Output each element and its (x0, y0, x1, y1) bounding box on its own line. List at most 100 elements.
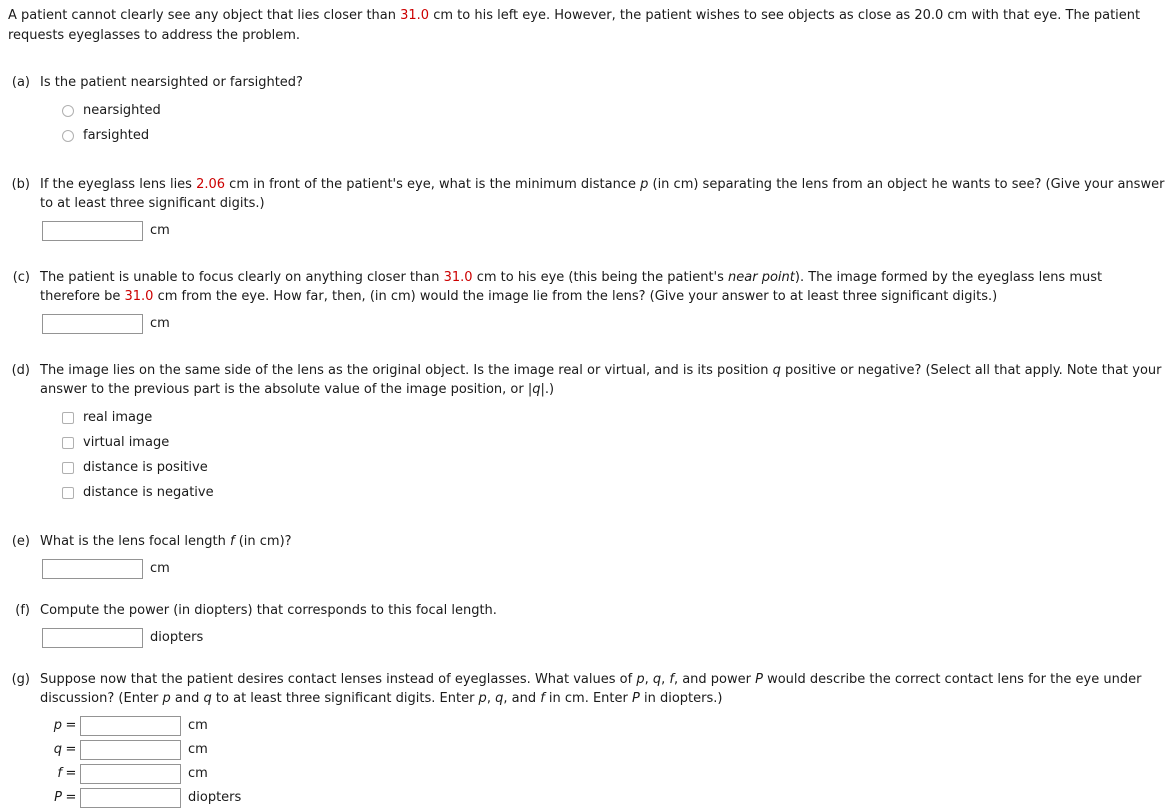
part-b-answer-input[interactable] (42, 221, 143, 241)
part-g-unit-q: cm (188, 742, 208, 757)
variable-q: q (772, 363, 781, 378)
checkbox-option-distance-negative[interactable]: distance is negative (40, 480, 1165, 505)
field-label-p: p (53, 718, 62, 733)
question-part-f: (f) Compute the power (in diopters) that… (8, 601, 1165, 648)
field-label-q: q (53, 742, 62, 757)
variable-q: q (203, 691, 212, 706)
question-part-b: (b) If the eyeglass lens lies 2.06 cm in… (8, 175, 1165, 241)
part-b-question: If the eyeglass lens lies 2.06 cm in fro… (40, 175, 1165, 213)
radio-option-farsighted[interactable]: farsighted (40, 123, 1165, 148)
checkbox-option-real-image[interactable]: real image (40, 405, 1165, 430)
checkbox-icon[interactable] (62, 436, 74, 449)
question-part-e: (e) What is the lens focal length f (in … (8, 532, 1165, 579)
part-g-input-p[interactable] (80, 716, 181, 736)
part-e-answer-row: cm (40, 559, 1165, 579)
part-g-field-power: P = diopters (40, 786, 1165, 810)
part-b-answer-row: cm (40, 221, 1165, 241)
part-c-text-2: cm to his eye (this being the patient's (472, 270, 729, 285)
near-point-value: 31.0 (400, 8, 430, 23)
equals-sign: = (65, 766, 77, 781)
part-g-text-5: to at least three significant digits. En… (211, 691, 479, 706)
part-g-unit-p: cm (188, 718, 208, 733)
variable-q: q (652, 672, 662, 687)
part-g-unit-power: diopters (188, 790, 242, 805)
checkbox-icon[interactable] (62, 486, 74, 499)
part-e-answer-unit: cm (150, 561, 170, 576)
part-d-text-1: The image lies on the same side of the l… (40, 363, 773, 378)
part-e-text-2: (in cm)? (234, 534, 292, 549)
part-f-answer-input[interactable] (42, 628, 143, 648)
part-b-label: (b) (11, 177, 30, 192)
part-g-comma-1: , (644, 672, 653, 687)
part-g-fields: p = cm q = cm f = cm P = diopters (40, 714, 1165, 810)
part-g-input-f[interactable] (80, 764, 181, 784)
part-g-input-power[interactable] (80, 788, 181, 808)
part-g-text-2: , and power (673, 672, 756, 687)
problem-page: A patient cannot clearly see any object … (0, 0, 1173, 810)
field-label-f: f (57, 766, 62, 781)
part-d-question: The image lies on the same side of the l… (40, 361, 1165, 399)
part-c-question: The patient is unable to focus clearly o… (40, 268, 1165, 306)
image-distance-value: 31.0 (124, 289, 154, 304)
part-c-label: (c) (12, 270, 30, 285)
part-c-text-1: The patient is unable to focus clearly o… (40, 270, 444, 285)
part-e-label: (e) (11, 534, 30, 549)
question-part-c: (c) The patient is unable to focus clear… (8, 268, 1165, 334)
variable-p: p (478, 691, 487, 706)
part-c-answer-unit: cm (150, 316, 170, 331)
part-e-text-1: What is the lens focal length (40, 534, 230, 549)
checkbox-option-distance-positive[interactable]: distance is positive (40, 455, 1165, 480)
part-d-text-3: |.) (540, 382, 555, 397)
near-point-value: 31.0 (443, 270, 473, 285)
part-d-options: real image virtual image distance is pos… (40, 405, 1165, 505)
equals-sign: = (65, 718, 77, 733)
checkbox-option-virtual-image[interactable]: virtual image (40, 430, 1165, 455)
checkbox-option-label: distance is negative (83, 484, 214, 500)
part-c-answer-input[interactable] (42, 314, 143, 334)
question-part-a: (a) Is the patient nearsighted or farsig… (8, 73, 1165, 148)
variable-P: P (632, 691, 640, 706)
variable-p: p (636, 672, 645, 687)
variable-p: p (162, 691, 171, 706)
problem-statement: A patient cannot clearly see any object … (8, 6, 1165, 46)
part-g-question: Suppose now that the patient desires con… (40, 670, 1165, 708)
part-e-answer-input[interactable] (42, 559, 143, 579)
part-g-field-f: f = cm (40, 762, 1165, 786)
part-g-comma-3: , (486, 691, 496, 706)
checkbox-icon[interactable] (62, 461, 74, 474)
part-a-options: nearsighted farsighted (40, 98, 1165, 148)
near-point-emphasis: near point (728, 270, 795, 285)
checkbox-icon[interactable] (62, 411, 74, 424)
part-g-text-4: and (170, 691, 204, 706)
part-g-input-q[interactable] (80, 740, 181, 760)
part-f-answer-row: diopters (40, 628, 1165, 648)
checkbox-option-label: real image (83, 409, 153, 425)
field-label-power: P (54, 790, 62, 805)
radio-option-label: farsighted (83, 127, 150, 143)
radio-option-nearsighted[interactable]: nearsighted (40, 98, 1165, 123)
radio-button-icon[interactable] (62, 104, 74, 117)
part-a-question: Is the patient nearsighted or farsighted… (40, 75, 303, 90)
part-g-label: (g) (11, 672, 30, 687)
part-d-label: (d) (11, 363, 30, 378)
radio-button-icon[interactable] (62, 129, 74, 142)
part-f-answer-unit: diopters (150, 630, 204, 645)
question-part-g: (g) Suppose now that the patient desires… (8, 670, 1165, 810)
part-g-text-6: , and (503, 691, 541, 706)
checkbox-option-label: virtual image (83, 434, 170, 450)
part-g-unit-f: cm (188, 766, 208, 781)
part-e-question: What is the lens focal length f (in cm)? (40, 532, 1165, 551)
variable-P: P (755, 672, 763, 687)
part-f-question: Compute the power (in diopters) that cor… (40, 603, 497, 618)
part-c-text-4: cm from the eye. How far, then, (in cm) … (153, 289, 998, 304)
part-g-field-p: p = cm (40, 714, 1165, 738)
part-f-label: (f) (15, 603, 30, 618)
part-g-text-7: in cm. Enter (544, 691, 632, 706)
radio-option-label: nearsighted (83, 102, 161, 118)
part-b-text-1: If the eyeglass lens lies (40, 177, 197, 192)
equals-sign: = (65, 742, 77, 757)
